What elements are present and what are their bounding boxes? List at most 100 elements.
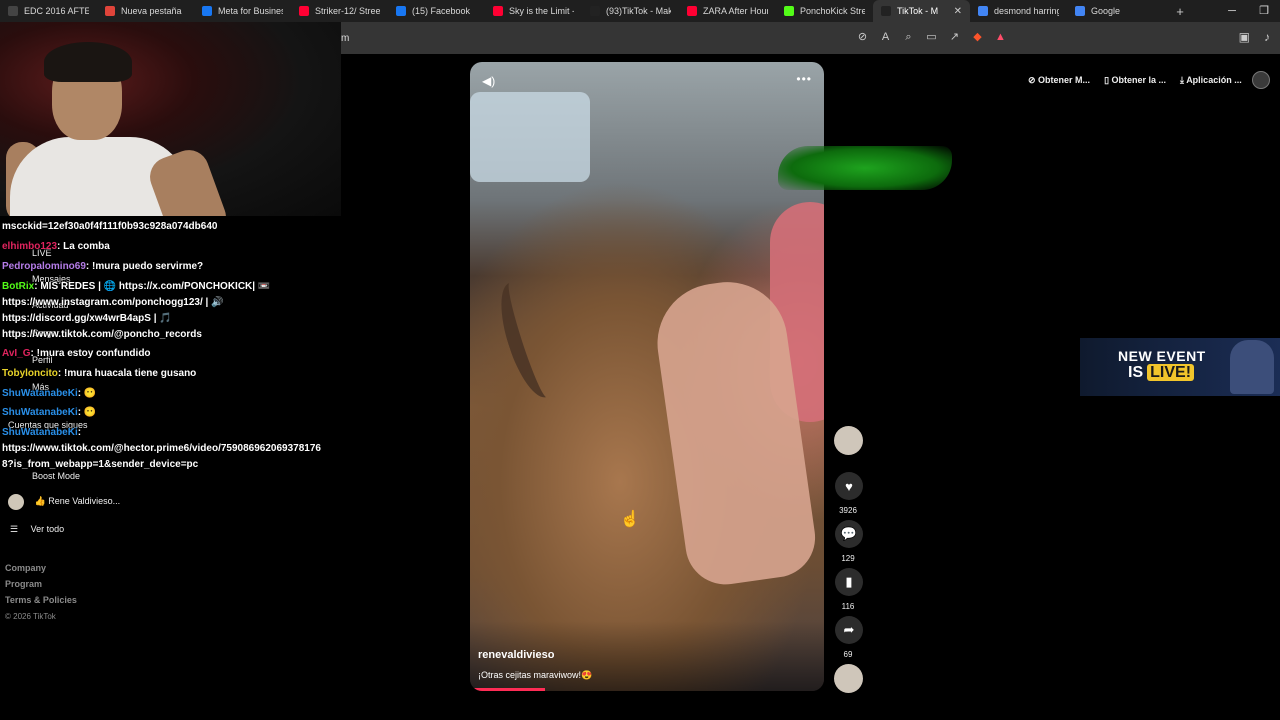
tab-8[interactable]: PonchoKick Strea [776,0,873,22]
tab-4[interactable]: (15) Facebook [388,0,485,22]
shield-icon [105,6,115,16]
boost-mode-toggle[interactable]: Boost Mode [32,471,80,481]
creator-avatar[interactable] [834,426,863,455]
chat-message: mscckid=12ef30a0f4f111f0b93c928a074db640 [2,221,218,232]
app-icon [8,6,18,16]
facebook-icon [396,6,406,16]
footer-link[interactable]: Program [5,579,42,589]
minimize-icon[interactable]: ─ [1216,0,1248,22]
share-count: 69 [843,650,853,659]
tab-1[interactable]: Nueva pestaña [97,0,194,22]
tab-6[interactable]: (93)TikTok - Make [582,0,679,22]
list-icon: ☰ [10,524,19,534]
event-line-2: IS LIVE! [1128,364,1195,382]
save-button[interactable]: ▮ [835,568,863,596]
save-count: 116 [841,602,855,611]
followed-account[interactable]: 👍 Rene Valdiviesо... [8,494,120,510]
event-banner: NEW EVENT IS LIVE! [1080,338,1280,396]
chat-message: ShuWatanabeKi: 😶 [2,388,97,399]
brave-shield-icon[interactable]: ◆ [970,30,985,45]
chat-message: ShuWatanabeKi: 😶 [2,407,97,418]
footer-link[interactable]: Terms & Policies [5,595,77,605]
chat-message: https://www.tiktok.com/@hector.prime6/vi… [2,443,321,454]
google-icon [1075,6,1085,16]
chat-message: https://discord.gg/xw4wrB4apS | 🎵 [2,313,172,324]
more-options-icon[interactable]: ••• [796,72,812,86]
footer-link[interactable]: Company [5,563,46,573]
user-avatar[interactable] [1251,71,1270,89]
video-scene-brow [490,276,566,404]
video-username[interactable]: renevaldivieso [478,649,554,661]
chat-message: Tobyloncito: !mura huacala tiene gusano [2,368,197,379]
video-player[interactable]: ◀) ••• ☝ renevaldivieso ¡Otras cejitas m… [470,62,824,691]
tab-5[interactable]: Sky is the Limit - [485,0,582,22]
browser-tab-bar: EDC 2016 AFTERNueva pestañaMeta for Busi… [0,0,1280,22]
tiktok-icon [881,6,891,16]
streamer-figure [6,32,232,216]
tab-11[interactable]: Google [1067,0,1164,22]
bookmark-icon: ▮ [845,574,853,589]
kick-icon [784,6,794,16]
mouse-cursor-icon: ☝ [620,511,640,528]
tab-10[interactable]: desmond harring [970,0,1067,22]
sidebar-icon[interactable]: ▣ [1239,30,1250,44]
close-icon[interactable]: ✕ [954,6,962,17]
get-app-button[interactable]: ▯ Obtener la ... [1100,72,1170,89]
app-download-button[interactable]: ⤓ Aplicación ... [1176,72,1246,89]
account-name: 👍 Rene Valdiviesо... [34,496,121,507]
sound-avatar[interactable] [834,664,863,693]
alert-icon[interactable]: ▲ [993,30,1008,45]
music-icon[interactable]: ♪ [1264,30,1270,44]
zoom-icon[interactable]: ⌕ [901,30,916,45]
tab-9[interactable]: TikTok - M ✕ [873,0,970,22]
maximize-icon[interactable]: ❐ [1248,0,1280,22]
video-caption: ¡Otras cejitas maraviwow!😍 [478,670,593,680]
chat-message: https://www.instagram.com/ponchogg123/ |… [2,297,224,308]
tab-3[interactable]: Striker-12/ Street [291,0,388,22]
comment-button[interactable]: 💬 [835,520,863,548]
browser-menu: ▣ ♪ [1239,30,1270,44]
share-icon[interactable]: ↗ [947,30,962,45]
new-tab-button[interactable]: + [1170,4,1190,19]
green-brush-overlay [778,146,952,190]
chat-message: AvI_G: !mura estoy confundido [2,348,151,359]
event-character [1230,340,1274,394]
tab-0[interactable]: EDC 2016 AFTER [0,0,97,22]
heart-icon: ♥ [845,478,853,494]
window-controls: ─ ❐ [1216,0,1280,22]
avatar [8,494,24,510]
youtube-icon [493,6,503,16]
comment-icon: 💬 [840,526,858,541]
video-progress-bar[interactable] [474,688,545,691]
share-arrow-icon: ➦ [843,622,855,637]
share-button[interactable]: ➦ [835,616,863,644]
chat-message: elhimbo123: La comba [2,241,110,252]
youtube-icon [687,6,697,16]
like-count: 3926 [839,506,857,515]
chat-message: Pedropalomino69: !mura puedo servirme? [2,261,204,272]
footer-link: © 2026 TikTok [5,612,56,621]
google-icon [978,6,988,16]
see-all-link[interactable]: ☰ Ver todo [10,524,64,535]
video-scene-sheet [470,92,590,182]
url-text[interactable]: m [341,33,349,44]
chat-message: ShuWatanabeKi: [2,427,82,438]
chat-message: BotRix: MIS REDES | 🌐 https://x.com/PONC… [2,281,271,292]
tiktok-icon [590,6,600,16]
translate-icon[interactable]: A [878,30,893,45]
comment-count: 129 [841,554,855,563]
chat-message: 8?is_from_webapp=1&sender_device=pc [2,459,199,470]
like-button[interactable]: ♥ [835,472,863,500]
webcam-overlay [0,22,341,216]
meta-icon [202,6,212,16]
address-actions: ⊘ A ⌕ ▭ ↗ ◆ ▲ [855,30,1008,45]
cast-icon[interactable]: ▭ [924,30,939,45]
tab-7[interactable]: ZARA After Hours [679,0,776,22]
chat-message: https://www.tiktok.com/@poncho_records [2,329,202,340]
tab-2[interactable]: Meta for Busines [194,0,291,22]
get-coins-button[interactable]: ⊘ Obtener M... [1024,72,1094,89]
eye-off-icon[interactable]: ⊘ [855,30,870,45]
youtube-icon [299,6,309,16]
volume-icon[interactable]: ◀) [482,74,495,88]
header-actions: ⊘ Obtener M... ▯ Obtener la ... ⤓ Aplica… [1024,71,1270,89]
